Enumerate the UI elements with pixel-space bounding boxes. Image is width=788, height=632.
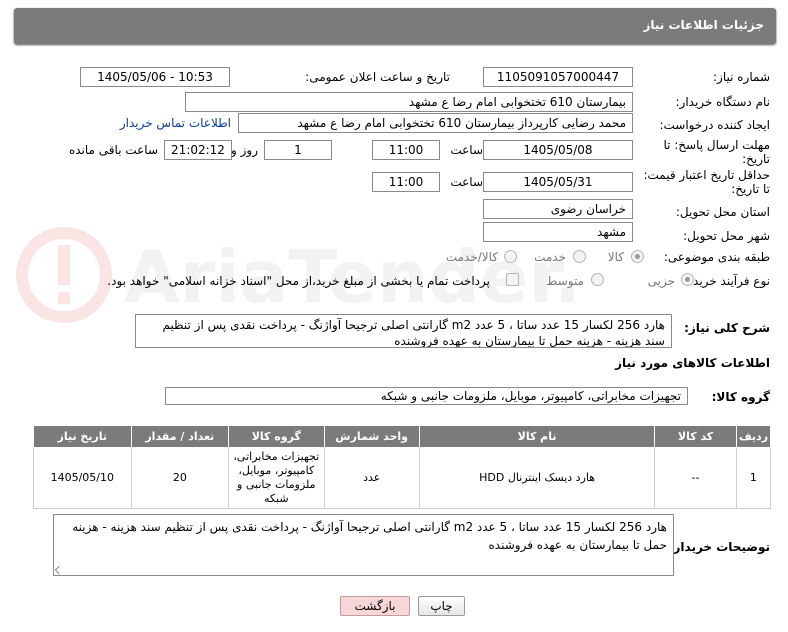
cell-group: تجهیزات مخابراتی، کامپیوتر، موبایل، ملزو…	[228, 447, 325, 509]
process-minor-label: جزیی	[647, 274, 675, 288]
validity-time-label: ساعت	[450, 175, 483, 189]
treasury-payment-note: پرداخت تمام یا بخشی از مبلغ خرید،از محل …	[107, 274, 490, 288]
print-button[interactable]: چاپ	[418, 596, 465, 616]
col-row: ردیف	[735, 425, 772, 448]
table-row: 1 -- هارد دیسک اینترنال HDD عدد تجهیزات …	[33, 447, 772, 509]
province-label: استان محل تحویل:	[675, 205, 770, 219]
remaining-time-label: ساعت باقی مانده	[68, 143, 158, 157]
category-goods-service-label: کالا/خدمت	[445, 250, 498, 264]
description-textarea[interactable]: هارد 256 لکسار 15 عدد ساتا ، 5 عدد m2 گا…	[135, 314, 672, 348]
col-name: نام کالا	[418, 425, 656, 448]
need-number-field: 1105091057000447	[483, 67, 633, 87]
goods-section-title: اطلاعات کالاهای مورد نیاز	[615, 356, 770, 370]
buyer-notes-label: توضیحات خریدار:	[668, 540, 770, 554]
remaining-time-field: 21:02:12	[164, 140, 232, 160]
announce-date-label: تاریخ و ساعت اعلان عمومی:	[305, 70, 450, 84]
cell-unit: عدد	[323, 447, 420, 509]
category-service-label: خدمت	[534, 250, 566, 264]
goods-table: ردیف کد کالا نام کالا واحد شمارش گروه کا…	[33, 425, 772, 509]
buyer-org-label: نام دستگاه خریدار:	[675, 95, 771, 109]
category-label: طبقه بندی موضوعی:	[663, 250, 770, 264]
deadline-date-field: 1405/05/08	[483, 140, 633, 160]
cell-name: هارد دیسک اینترنال HDD	[418, 447, 656, 509]
process-minor-radio[interactable]	[681, 273, 694, 286]
goods-table-header: ردیف کد کالا نام کالا واحد شمارش گروه کا…	[33, 425, 772, 448]
city-label: شهر محل تحویل:	[683, 229, 770, 243]
col-qty: تعداد / مقدار	[130, 425, 230, 448]
treasury-payment-checkbox[interactable]	[506, 273, 519, 286]
buyer-notes-textarea[interactable]: هارد 256 لکسار 15 عدد ساتا ، 5 عدد m2 گا…	[53, 514, 674, 576]
goods-group-field: تجهیزات مخابراتی، کامپیوتر، موبایل، ملزو…	[165, 387, 688, 405]
page-title: جزئیات اطلاعات نیاز	[643, 18, 764, 32]
province-field: خراسان رضوی	[483, 199, 633, 219]
contact-info-link[interactable]: اطلاعات تماس خریدار	[120, 116, 231, 130]
process-medium-label: متوسط	[546, 274, 584, 288]
deadline-time-field: 11:00	[372, 140, 440, 160]
validity-time-field: 11:00	[372, 172, 440, 192]
col-unit: واحد شمارش	[323, 425, 420, 448]
description-label: شرح کلی نیاز:	[684, 321, 770, 335]
category-goods-service-radio[interactable]	[504, 250, 517, 263]
cell-qty: 20	[130, 447, 230, 509]
category-goods-radio[interactable]	[631, 250, 644, 263]
creator-field: محمد رضایی کارپرداز بیمارستان 610 تختخوا…	[238, 113, 633, 133]
buyer-notes-text: هارد 256 لکسار 15 عدد ساتا ، 5 عدد m2 گا…	[72, 520, 667, 552]
buyer-org-field: بیمارستان 610 تختخوابی امام رضا ع مشهد	[185, 92, 633, 112]
days-remaining-field: 1	[264, 140, 332, 160]
days-label: روز و	[231, 143, 258, 157]
process-medium-radio[interactable]	[591, 273, 604, 286]
col-date: تاریخ نیاز	[33, 425, 132, 448]
creator-label: ایجاد کننده درخواست:	[659, 118, 770, 132]
col-group: گروه کالا	[228, 425, 325, 448]
goods-group-label: گروه کالا:	[711, 390, 770, 404]
description-text: هارد 256 لکسار 15 عدد ساتا ، 5 عدد m2 گا…	[162, 318, 665, 348]
validity-date-field: 1405/05/31	[483, 172, 633, 192]
col-code: کد کالا	[654, 425, 737, 448]
back-button[interactable]: بازگشت	[340, 596, 410, 616]
need-number-label: شماره نیاز:	[713, 70, 770, 84]
category-goods-label: کالا	[607, 250, 624, 264]
cell-row: 1	[735, 447, 772, 509]
city-field: مشهد	[483, 222, 633, 242]
cell-date: 1405/05/10	[33, 447, 132, 509]
cell-code: --	[654, 447, 737, 509]
category-service-radio[interactable]	[573, 250, 586, 263]
resize-handle-icon[interactable]	[54, 565, 64, 575]
deadline-time-label: ساعت	[450, 143, 483, 157]
header-panel: جزئیات اطلاعات نیاز	[14, 8, 776, 44]
deadline-label-date: تاریخ:	[742, 152, 770, 166]
announce-date-field: 1405/05/06 - 10:53	[80, 67, 230, 87]
validity-label-date: تا تاریخ:	[731, 182, 770, 196]
deadline-label: مهلت ارسال پاسخ: تا	[663, 138, 770, 152]
validity-label: حداقل تاریخ اعتبار قیمت:	[643, 168, 770, 182]
process-type-label: نوع فرآیند خرید :	[685, 274, 770, 288]
